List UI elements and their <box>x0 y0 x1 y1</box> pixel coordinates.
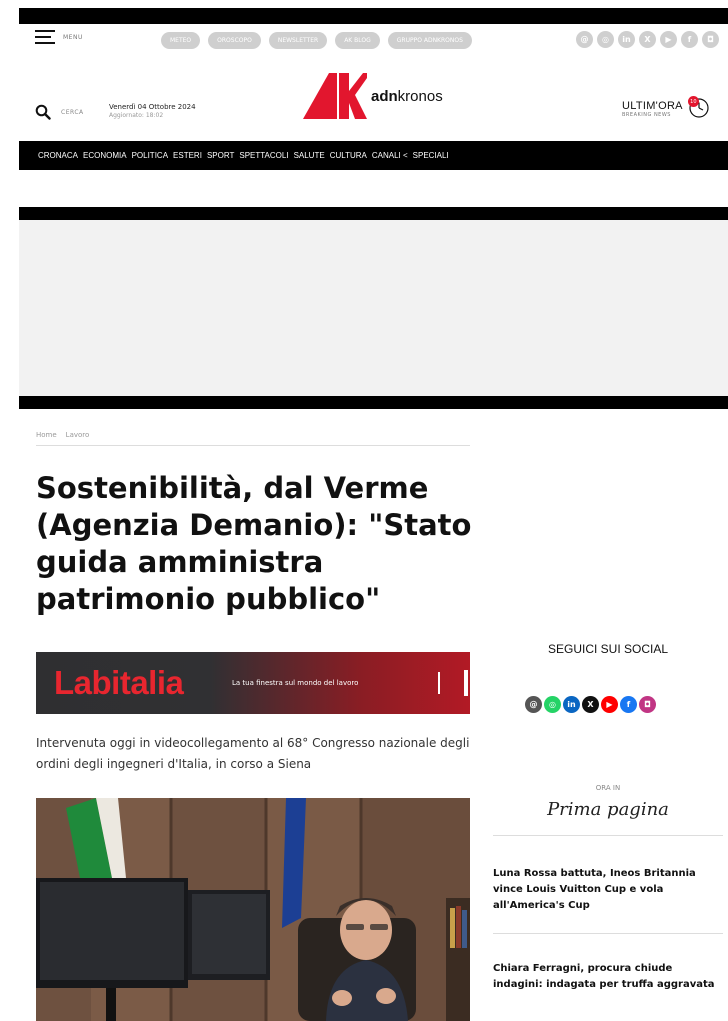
facebook-icon[interactable]: f <box>681 31 698 48</box>
adnkronos-logo[interactable]: adnkronos <box>303 73 443 119</box>
ad-top-bar <box>19 207 728 220</box>
nav-speciali[interactable]: SPECIALI <box>413 151 449 160</box>
banner-brand: Labitalia <box>54 664 184 701</box>
ad-bottom-bar <box>19 396 728 409</box>
nav-economia[interactable]: ECONOMIA <box>83 151 127 160</box>
top-black-bar <box>19 8 728 24</box>
sidebar-social-icons: @ ◎ in X ▶ f ◘ <box>525 696 685 713</box>
logo-wordmark: adnkronos <box>371 88 443 105</box>
facebook-icon[interactable]: f <box>620 696 637 713</box>
nav-esteri[interactable]: ESTERI <box>173 151 202 160</box>
labitalia-banner[interactable]: Labitalia La tua finestra sul mondo del … <box>36 652 470 714</box>
x-icon[interactable]: X <box>582 696 599 713</box>
banner-divider-2 <box>464 670 468 696</box>
menu-label: MENU <box>63 33 83 41</box>
sidebar-news-item[interactable]: Chiara Ferragni, procura chiude indagini… <box>493 961 723 993</box>
ultimora-title: ULTIM'ORA <box>622 100 683 112</box>
ak-logo-mark <box>303 73 367 119</box>
youtube-icon[interactable]: ▶ <box>660 31 677 48</box>
menu-button[interactable]: MENU <box>35 30 83 44</box>
current-date: Venerdì 04 Ottobre 2024 <box>109 103 196 111</box>
nav-sport[interactable]: SPORT <box>207 151 234 160</box>
nav-spettacoli[interactable]: SPETTACOLI <box>239 151 288 160</box>
last-updated: Aggiornato: 18:02 <box>109 112 164 119</box>
pill-oroscopo[interactable]: OROSCOPO <box>208 32 261 49</box>
sidebar-news-item[interactable]: Luna Rossa battuta, Ineos Britannia vinc… <box>493 866 723 914</box>
whatsapp-icon[interactable]: ◎ <box>597 31 614 48</box>
pill-meteo[interactable]: METEO <box>161 32 201 49</box>
search-icon <box>35 104 51 120</box>
header-main-row: CERCA Venerdì 04 Ottobre 2024 Aggiornato… <box>19 66 728 138</box>
youtube-icon[interactable]: ▶ <box>601 696 618 713</box>
ultimora-badge: 10 <box>687 96 699 107</box>
article-photo <box>36 798 470 1021</box>
nav-cronaca[interactable]: CRONACA <box>38 151 78 160</box>
date-block: Venerdì 04 Ottobre 2024 Aggiornato: 18:0… <box>109 103 196 119</box>
ultimora-subtitle: BREAKING NEWS <box>622 112 671 118</box>
threads-icon[interactable]: @ <box>525 696 542 713</box>
main-nav: CRONACA ECONOMIA POLITICA ESTERI SPORT S… <box>19 141 728 170</box>
page: MENU METEO OROSCOPO NEWSLETTER AK BLOG G… <box>0 0 728 1021</box>
instagram-icon[interactable]: ◘ <box>702 31 719 48</box>
banner-tagline: La tua finestra sul mondo del lavoro <box>232 679 359 687</box>
linkedin-icon[interactable]: in <box>618 31 635 48</box>
breadcrumb: Home Lavoro <box>36 431 470 446</box>
instagram-icon[interactable]: ◘ <box>639 696 656 713</box>
search-label: CERCA <box>61 108 84 116</box>
nav-politica[interactable]: POLITICA <box>132 151 168 160</box>
x-icon[interactable]: X <box>639 31 656 48</box>
nav-canali[interactable]: CANALI < <box>372 151 408 160</box>
pill-gruppo-adnkronos[interactable]: GRUPPO ADNKRONOS <box>387 32 472 49</box>
social-section-title: SEGUICI SUI SOCIAL <box>547 642 669 656</box>
pill-newsletter[interactable]: NEWSLETTER <box>268 32 328 49</box>
whatsapp-icon[interactable]: ◎ <box>544 696 561 713</box>
linkedin-icon[interactable]: in <box>563 696 580 713</box>
article-title: Sostenibilità, dal Verme (Agenzia Demani… <box>36 471 472 616</box>
ora-in-label: ORA IN <box>595 784 621 792</box>
breadcrumb-home[interactable]: Home <box>36 431 57 445</box>
search-button[interactable]: CERCA <box>35 104 84 120</box>
sidebar-divider <box>493 933 723 934</box>
header-social-icons: @ ◎ in X ▶ f ◘ <box>576 31 719 48</box>
breadcrumb-lavoro[interactable]: Lavoro <box>66 431 90 445</box>
sidebar-divider <box>493 835 723 836</box>
header-pills: METEO OROSCOPO NEWSLETTER AK BLOG GRUPPO… <box>161 32 472 49</box>
header-top-row: MENU METEO OROSCOPO NEWSLETTER AK BLOG G… <box>19 24 728 62</box>
banner-divider <box>438 672 440 694</box>
ultimora-button[interactable]: ULTIM'ORA BREAKING NEWS 10 <box>622 96 711 120</box>
prima-pagina-title: Prima pagina <box>547 799 669 820</box>
clock-icon: 10 <box>685 94 711 120</box>
nav-cultura[interactable]: CULTURA <box>330 151 367 160</box>
article-summary: Intervenuta oggi in videocollegamento al… <box>36 736 470 771</box>
hamburger-icon <box>35 30 55 44</box>
pill-ak-blog[interactable]: AK BLOG <box>335 32 380 49</box>
nav-salute[interactable]: SALUTE <box>294 151 325 160</box>
ad-space <box>19 220 728 396</box>
threads-icon[interactable]: @ <box>576 31 593 48</box>
